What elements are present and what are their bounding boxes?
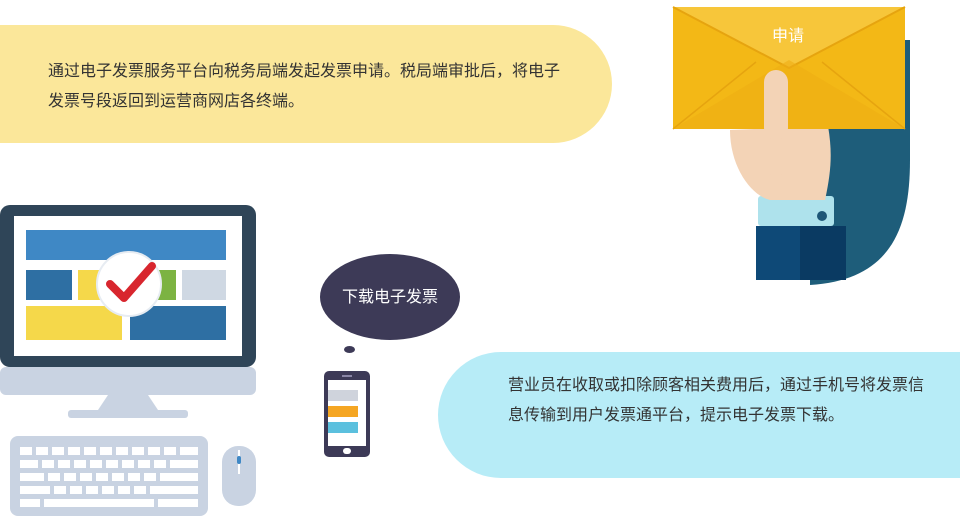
bottom-info-text: 营业员在收取或扣除顾客相关费用后，通过手机号将发票信息传输到用户发票通平台，提示… <box>508 375 925 424</box>
monitor-icon <box>0 205 256 418</box>
envelope-label: 申请 <box>771 26 804 45</box>
speech-bubble-tail <box>344 346 355 353</box>
mouse-icon <box>222 446 256 506</box>
computer-illustration <box>0 205 256 516</box>
bottom-info-bubble: 营业员在收取或扣除顾客相关费用后，通过手机号将发票信息传输到用户发票通平台，提示… <box>438 352 960 478</box>
top-info-text: 通过电子发票服务平台向税务局端发起发票申请。税局端审批后，将电子发票号段返回到运… <box>48 61 561 110</box>
keyboard-icon <box>10 436 208 516</box>
phone-icon <box>324 371 370 457</box>
top-info-bubble: 通过电子发票服务平台向税务局端发起发票申请。税局端审批后，将电子发票号段返回到运… <box>0 25 612 143</box>
download-speech-bubble: 下载电子发票 <box>320 254 460 340</box>
